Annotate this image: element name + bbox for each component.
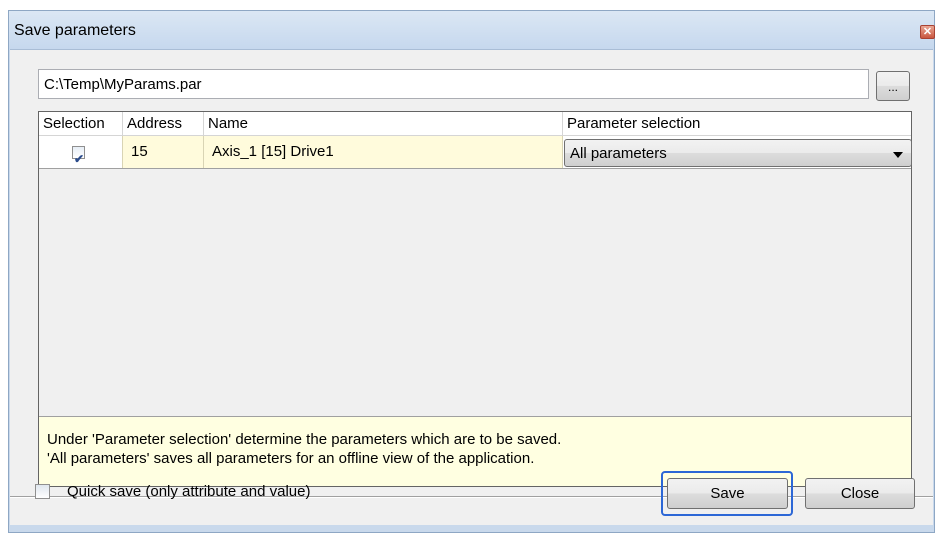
info-line-2: 'All parameters' saves all parameters fo…: [47, 450, 535, 467]
address-cell: 15: [123, 136, 204, 168]
header-name[interactable]: Name: [204, 112, 563, 136]
selection-cell: ✔: [39, 136, 123, 168]
file-path-input[interactable]: [38, 69, 869, 99]
parameter-selection-dropdown[interactable]: All parameters: [564, 139, 912, 167]
name-cell: Axis_1 [15] Drive1: [204, 136, 563, 168]
close-button[interactable]: Close: [805, 478, 915, 509]
dialog-title: Save parameters: [14, 22, 136, 39]
quick-save-label[interactable]: Quick save (only attribute and value): [67, 483, 310, 500]
browse-button[interactable]: ...: [876, 71, 910, 101]
close-icon[interactable]: ✕: [920, 25, 935, 39]
header-address[interactable]: Address: [123, 112, 204, 136]
save-button[interactable]: Save: [667, 478, 788, 509]
title-bar[interactable]: Save parameters ✕: [9, 11, 935, 49]
header-selection[interactable]: Selection: [39, 112, 123, 136]
check-icon: ✔: [74, 152, 85, 166]
dialog-body: ... Selection Address Name Parameter sel…: [10, 49, 933, 525]
header-parameter-selection[interactable]: Parameter selection: [563, 112, 911, 136]
dropdown-value: All parameters: [570, 145, 667, 162]
parameter-grid: Selection Address Name Parameter selecti…: [38, 111, 912, 487]
grid-header: Selection Address Name Parameter selecti…: [39, 112, 911, 136]
row-selection-checkbox[interactable]: ✔: [72, 146, 85, 166]
chevron-down-icon: [893, 152, 903, 158]
save-parameters-dialog: Save parameters ✕ ... Selection Address …: [8, 10, 935, 533]
quick-save-checkbox[interactable]: [35, 484, 50, 499]
table-row[interactable]: ✔ 15 Axis_1 [15] Drive1 All parameters: [39, 136, 912, 169]
info-line-1: Under 'Parameter selection' determine th…: [47, 431, 562, 448]
